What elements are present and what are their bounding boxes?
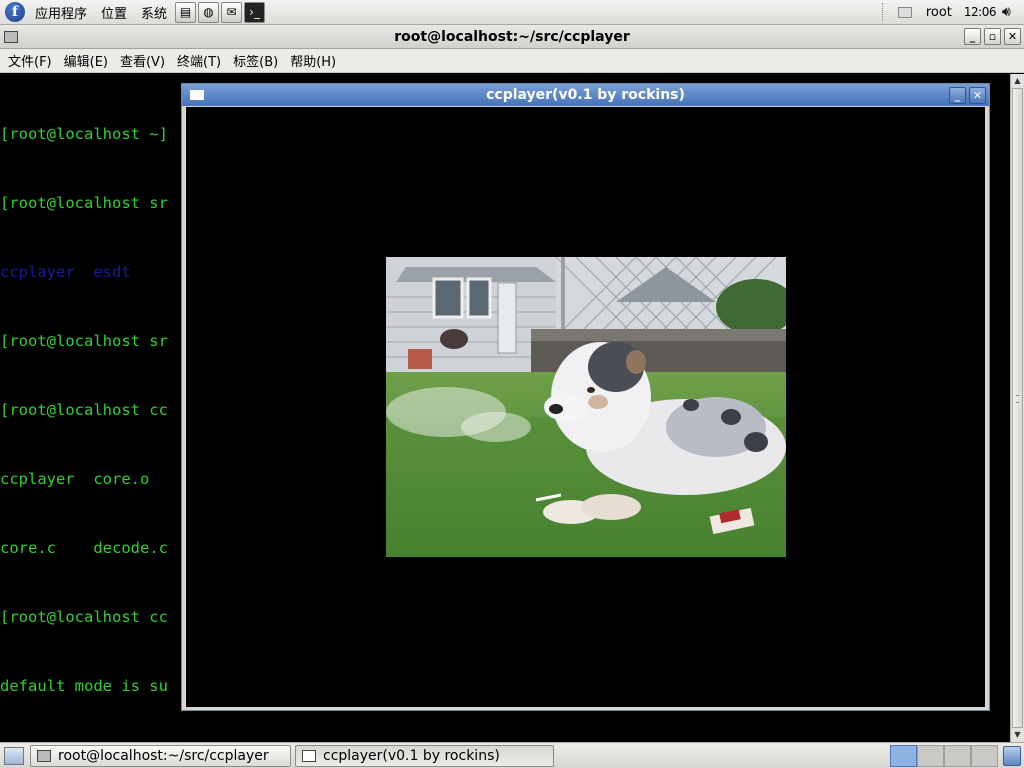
network-icon[interactable] [897, 6, 912, 18]
minimize-button[interactable]: _ [949, 86, 966, 104]
close-button[interactable]: ✕ [1004, 28, 1021, 45]
menu-file[interactable]: 文件(F) [2, 51, 58, 70]
menu-help[interactable]: 帮助(H) [284, 51, 342, 70]
taskbar-item-label: root@localhost:~/src/ccplayer [58, 747, 269, 764]
scroll-down-icon[interactable]: ▼ [1011, 728, 1024, 742]
mail-launcher-icon[interactable]: ✉ [221, 1, 243, 23]
maximize-button[interactable]: ▫ [984, 28, 1001, 45]
top-panel: f 应用程序 位置 系统 ▤ ◍ ✉ ›_ root 12:06 🔊︎ [0, 0, 1024, 25]
close-button[interactable]: ✕ [969, 86, 986, 104]
menu-applications[interactable]: 应用程序 [28, 3, 94, 22]
trash-icon[interactable] [1003, 745, 1021, 766]
terminal-window-icon [37, 749, 51, 762]
terminal-launcher-icon[interactable]: ›_ [244, 1, 266, 23]
bottom-panel: root@localhost:~/src/ccplayer ccplayer(v… [0, 742, 1024, 768]
workspace-4[interactable] [971, 744, 998, 767]
panel-clock[interactable]: 12:06 [958, 5, 1002, 19]
menu-edit[interactable]: 编辑(E) [58, 51, 114, 70]
workspace-switcher [890, 744, 998, 767]
ccplayer-titlebar[interactable]: ccplayer(v0.1 by rockins) _ ✕ [182, 84, 989, 106]
file-manager-launcher-icon[interactable]: ▤ [175, 1, 197, 23]
window-menu-icon[interactable] [4, 30, 18, 43]
taskbar-item-terminal[interactable]: root@localhost:~/src/ccplayer [30, 744, 291, 767]
scroll-up-icon[interactable]: ▲ [1011, 74, 1024, 88]
menu-view[interactable]: 查看(V) [114, 51, 171, 70]
taskbar-item-label: ccplayer(v0.1 by rockins) [323, 747, 500, 764]
scrollbar-thumb[interactable] [1012, 88, 1023, 728]
workspace-2[interactable] [917, 744, 944, 767]
terminal-menubar: 文件(F) 编辑(E) 查看(V) 终端(T) 标签(B) 帮助(H) [0, 49, 1024, 73]
terminal-titlebar[interactable]: root@localhost:~/src/ccplayer _ ▫ ✕ [0, 25, 1024, 49]
ccplayer-title: ccplayer(v0.1 by rockins) [486, 87, 685, 103]
menu-places[interactable]: 位置 [94, 3, 134, 22]
web-browser-launcher-icon[interactable]: ◍ [198, 1, 220, 23]
panel-user[interactable]: root [920, 5, 958, 20]
ccplayer-window-icon [302, 749, 316, 762]
dog-picture [386, 257, 786, 557]
video-area[interactable] [186, 107, 985, 707]
fedora-logo-icon[interactable]: f [5, 2, 25, 22]
taskbar-item-ccplayer[interactable]: ccplayer(v0.1 by rockins) [295, 744, 554, 767]
minimize-button[interactable]: _ [964, 28, 981, 45]
video-frame [386, 257, 786, 557]
menu-tabs[interactable]: 标签(B) [227, 51, 284, 70]
terminal-scrollbar[interactable]: ▲ ▼ [1010, 74, 1024, 742]
volume-icon[interactable]: 🔊︎ [1002, 4, 1022, 20]
workspace-3[interactable] [944, 744, 971, 767]
workspace-1[interactable] [890, 744, 917, 767]
terminal-title: root@localhost:~/src/ccplayer [394, 28, 630, 45]
panel-separator [881, 3, 884, 21]
menu-system[interactable]: 系统 [134, 3, 174, 22]
ccplayer-window[interactable]: ccplayer(v0.1 by rockins) _ ✕ [181, 83, 990, 711]
show-desktop-icon[interactable] [4, 746, 24, 765]
window-menu-icon[interactable] [190, 90, 204, 100]
menu-terminal[interactable]: 终端(T) [171, 51, 227, 70]
